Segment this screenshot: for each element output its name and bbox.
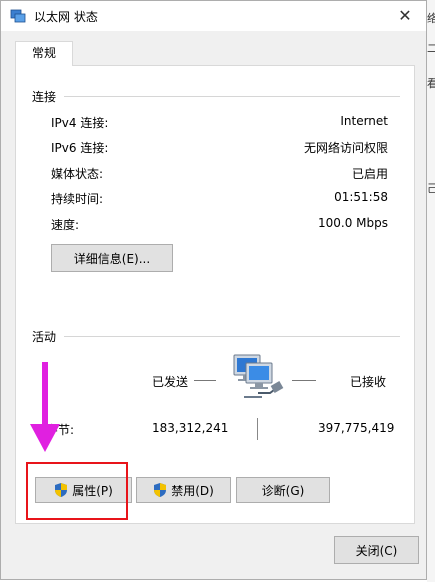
duration-label: 持续时间: xyxy=(51,192,104,206)
ethernet-status-dialog: 以太网 状态 ✕ 常规 连接 IPv4 连接: Internet IPv6 连接… xyxy=(0,0,427,580)
connection-divider xyxy=(64,96,400,97)
ipv4-value: Internet xyxy=(340,114,388,128)
properties-button-label: 属性(P) xyxy=(72,483,113,498)
media-state-value: 已启用 xyxy=(351,167,388,181)
activity-heading: 活动 xyxy=(32,330,57,344)
tab-general[interactable]: 常规 xyxy=(15,41,73,66)
received-dash xyxy=(292,380,316,381)
disable-button[interactable]: 禁用(D) xyxy=(136,477,231,503)
activity-divider xyxy=(64,336,400,337)
uac-shield-icon xyxy=(55,483,68,497)
details-button[interactable]: 详细信息(E)... xyxy=(51,244,173,272)
annotation-arrow xyxy=(30,362,60,452)
sent-label: 已发送 xyxy=(152,375,189,389)
close-button[interactable]: 关闭(C) xyxy=(334,536,419,564)
connection-heading: 连接 xyxy=(32,90,57,104)
sent-dash xyxy=(194,380,216,381)
received-label: 已接收 xyxy=(350,375,387,389)
title-bar: 以太网 状态 ✕ xyxy=(1,1,426,31)
duration-value: 01:51:58 xyxy=(334,190,388,204)
diagnose-button[interactable]: 诊断(G) xyxy=(236,477,330,503)
properties-button[interactable]: 属性(P) xyxy=(35,477,132,503)
close-window-button[interactable]: ✕ xyxy=(394,5,416,27)
bytes-sent-value: 183,312,241 xyxy=(152,421,229,435)
ipv4-label: IPv4 连接: xyxy=(51,116,109,130)
window-title: 以太网 状态 xyxy=(34,10,98,24)
bytes-separator xyxy=(257,418,258,440)
network-computers-icon xyxy=(233,354,284,398)
network-adapter-icon xyxy=(10,9,26,23)
uac-shield-icon xyxy=(154,483,167,497)
ipv6-value: 无网络访问权限 xyxy=(303,141,388,155)
bytes-received-value: 397,775,419 xyxy=(318,421,395,435)
general-panel: 连接 IPv4 连接: Internet IPv6 连接: 无网络访问权限 媒体… xyxy=(15,65,415,524)
ipv6-label: IPv6 连接: xyxy=(51,141,109,155)
disable-button-label: 禁用(D) xyxy=(171,483,214,498)
media-state-label: 媒体状态: xyxy=(51,167,104,181)
speed-label: 速度: xyxy=(51,218,80,232)
speed-value: 100.0 Mbps xyxy=(317,216,388,230)
